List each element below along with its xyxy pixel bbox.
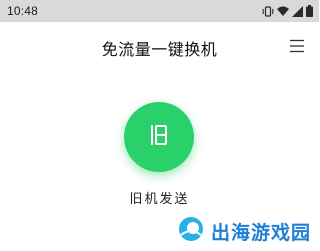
vibrate-icon (262, 5, 274, 17)
wifi-icon (277, 6, 289, 17)
phone-switch-icon (146, 122, 172, 152)
watermark: 出海游戏园 (177, 215, 311, 247)
old-phone-send-button[interactable] (124, 102, 194, 172)
menu-button[interactable] (289, 38, 305, 54)
hamburger-menu-icon (289, 39, 305, 58)
status-bar: 10:48 (0, 0, 319, 22)
send-label: 旧机发送 (129, 192, 190, 207)
app-header: 免流量一键换机 (0, 22, 319, 72)
status-time: 10:48 (7, 4, 39, 18)
signal-icon (292, 5, 303, 17)
watermark-text: 出海游戏园 (210, 221, 311, 244)
app-screen: 10:48 免流量一键换机 旧机发送 出海游戏园 (0, 0, 319, 251)
page-title: 免流量一键换机 (101, 40, 218, 59)
status-icons (262, 5, 313, 17)
battery-icon (306, 5, 313, 17)
watermark-logo-icon (177, 215, 205, 247)
